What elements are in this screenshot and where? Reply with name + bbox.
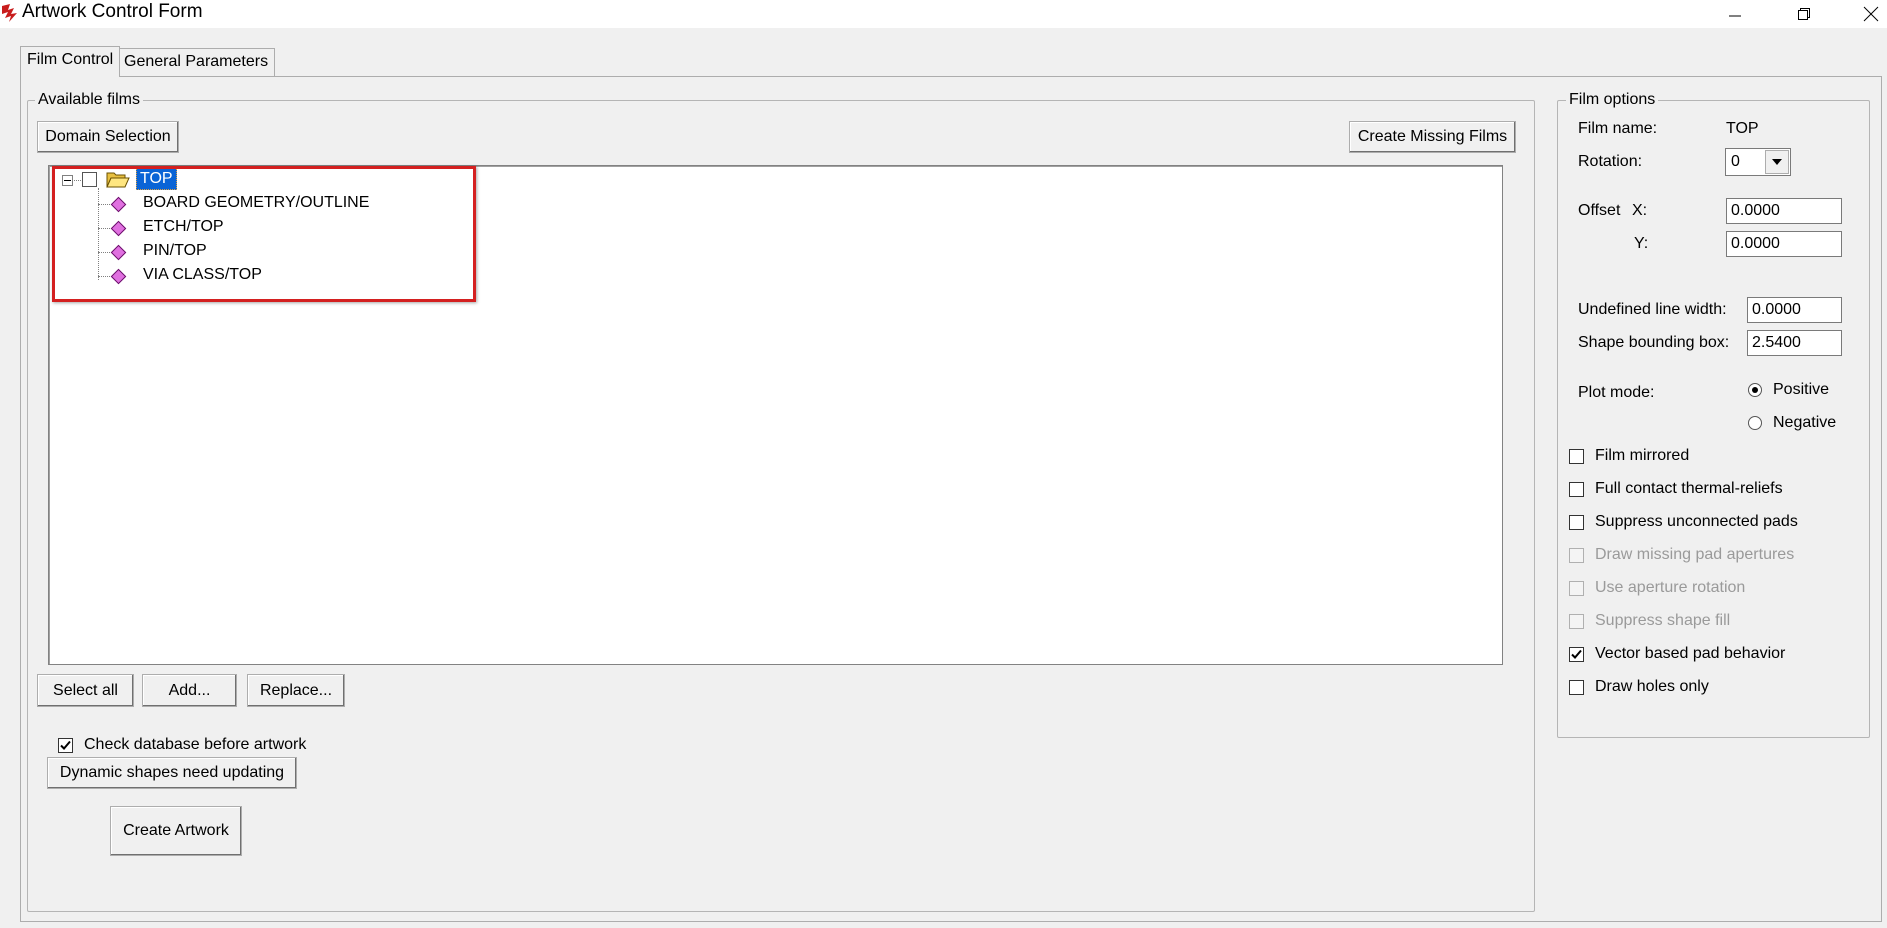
window-title: Artwork Control Form bbox=[22, 1, 203, 22]
film-mirrored-checkbox[interactable] bbox=[1569, 449, 1584, 464]
draw-holes-only-checkbox[interactable] bbox=[1569, 680, 1584, 695]
minimize-icon bbox=[1729, 15, 1741, 17]
vector-based-pad-behavior-label: Vector based pad behavior bbox=[1595, 645, 1786, 662]
shape-bounding-box-label: Shape bounding box: bbox=[1578, 334, 1730, 351]
chevron-down-icon bbox=[1772, 159, 1782, 165]
restore-icon bbox=[1798, 8, 1810, 20]
positive-label: Positive bbox=[1773, 381, 1830, 398]
use-aperture-rotation-checkbox bbox=[1569, 581, 1584, 596]
tab-general-parameters[interactable]: General Parameters bbox=[117, 48, 276, 76]
draw-missing-pad-apertures-label: Draw missing pad apertures bbox=[1595, 546, 1795, 563]
offset-x-label: X: bbox=[1632, 202, 1648, 219]
dropdown-button[interactable] bbox=[1765, 150, 1789, 174]
film-name-value: TOP bbox=[1726, 120, 1759, 137]
use-aperture-rotation-label: Use aperture rotation bbox=[1595, 579, 1746, 596]
minimize-button[interactable] bbox=[1712, 0, 1758, 28]
rotation-select[interactable]: 0 bbox=[1725, 148, 1791, 176]
plot-mode-label: Plot mode: bbox=[1578, 384, 1655, 401]
negative-radio[interactable] bbox=[1748, 416, 1762, 430]
draw-missing-pad-apertures-checkbox bbox=[1569, 548, 1584, 563]
close-button[interactable] bbox=[1848, 0, 1887, 28]
create-artwork-button[interactable]: Create Artwork bbox=[110, 806, 242, 856]
domain-selection-button[interactable]: Domain Selection bbox=[37, 121, 179, 153]
title-bar: Artwork Control Form bbox=[0, 0, 1887, 28]
checkmark-icon bbox=[1571, 649, 1582, 659]
full-contact-thermal-reliefs-checkbox[interactable] bbox=[1569, 482, 1584, 497]
restore-button[interactable] bbox=[1781, 0, 1827, 28]
offset-label: Offset bbox=[1578, 202, 1621, 219]
undefined-line-width-label: Undefined line width: bbox=[1578, 301, 1727, 318]
negative-label: Negative bbox=[1773, 414, 1837, 431]
full-contact-thermal-reliefs-label: Full contact thermal-reliefs bbox=[1595, 480, 1783, 497]
dynamic-shapes-button[interactable]: Dynamic shapes need updating bbox=[47, 757, 297, 789]
create-missing-films-button[interactable]: Create Missing Films bbox=[1349, 121, 1516, 153]
add-button[interactable]: Add... bbox=[142, 674, 237, 707]
positive-radio[interactable] bbox=[1748, 383, 1762, 397]
radio-selected-dot bbox=[1752, 387, 1758, 393]
suppress-shape-fill-label: Suppress shape fill bbox=[1595, 612, 1731, 629]
available-films-legend: Available films bbox=[35, 91, 143, 109]
suppress-shape-fill-checkbox bbox=[1569, 614, 1584, 629]
offset-y-label: Y: bbox=[1634, 235, 1649, 252]
film-name-label: Film name: bbox=[1578, 120, 1658, 137]
films-tree[interactable]: TOP BOARD GEOMETRY/OUTLINE ETCH/TOP PIN/… bbox=[48, 165, 1503, 665]
cadence-logo-icon bbox=[2, 4, 17, 22]
shape-bounding-box-field[interactable]: 2.5400 bbox=[1747, 330, 1842, 356]
tab-film-control[interactable]: Film Control bbox=[20, 46, 121, 77]
offset-x-field[interactable]: 0.0000 bbox=[1726, 198, 1842, 224]
highlight-box bbox=[52, 166, 476, 302]
check-database-label: Check database before artwork bbox=[84, 736, 307, 753]
vector-based-pad-behavior-checkbox[interactable] bbox=[1569, 647, 1584, 662]
film-options-legend: Film options bbox=[1566, 91, 1659, 109]
suppress-unconnected-pads-checkbox[interactable] bbox=[1569, 515, 1584, 530]
rotation-label: Rotation: bbox=[1578, 153, 1643, 170]
checkmark-icon bbox=[60, 740, 71, 750]
suppress-unconnected-pads-label: Suppress unconnected pads bbox=[1595, 513, 1798, 530]
undefined-line-width-field[interactable]: 0.0000 bbox=[1747, 297, 1842, 323]
check-database-checkbox[interactable] bbox=[58, 738, 73, 753]
draw-holes-only-label: Draw holes only bbox=[1595, 678, 1709, 695]
offset-y-field[interactable]: 0.0000 bbox=[1726, 231, 1842, 257]
close-icon bbox=[1863, 6, 1879, 22]
select-all-button[interactable]: Select all bbox=[37, 674, 134, 707]
film-mirrored-label: Film mirrored bbox=[1595, 447, 1690, 464]
replace-button[interactable]: Replace... bbox=[247, 674, 345, 707]
rotation-value: 0 bbox=[1731, 153, 1740, 170]
